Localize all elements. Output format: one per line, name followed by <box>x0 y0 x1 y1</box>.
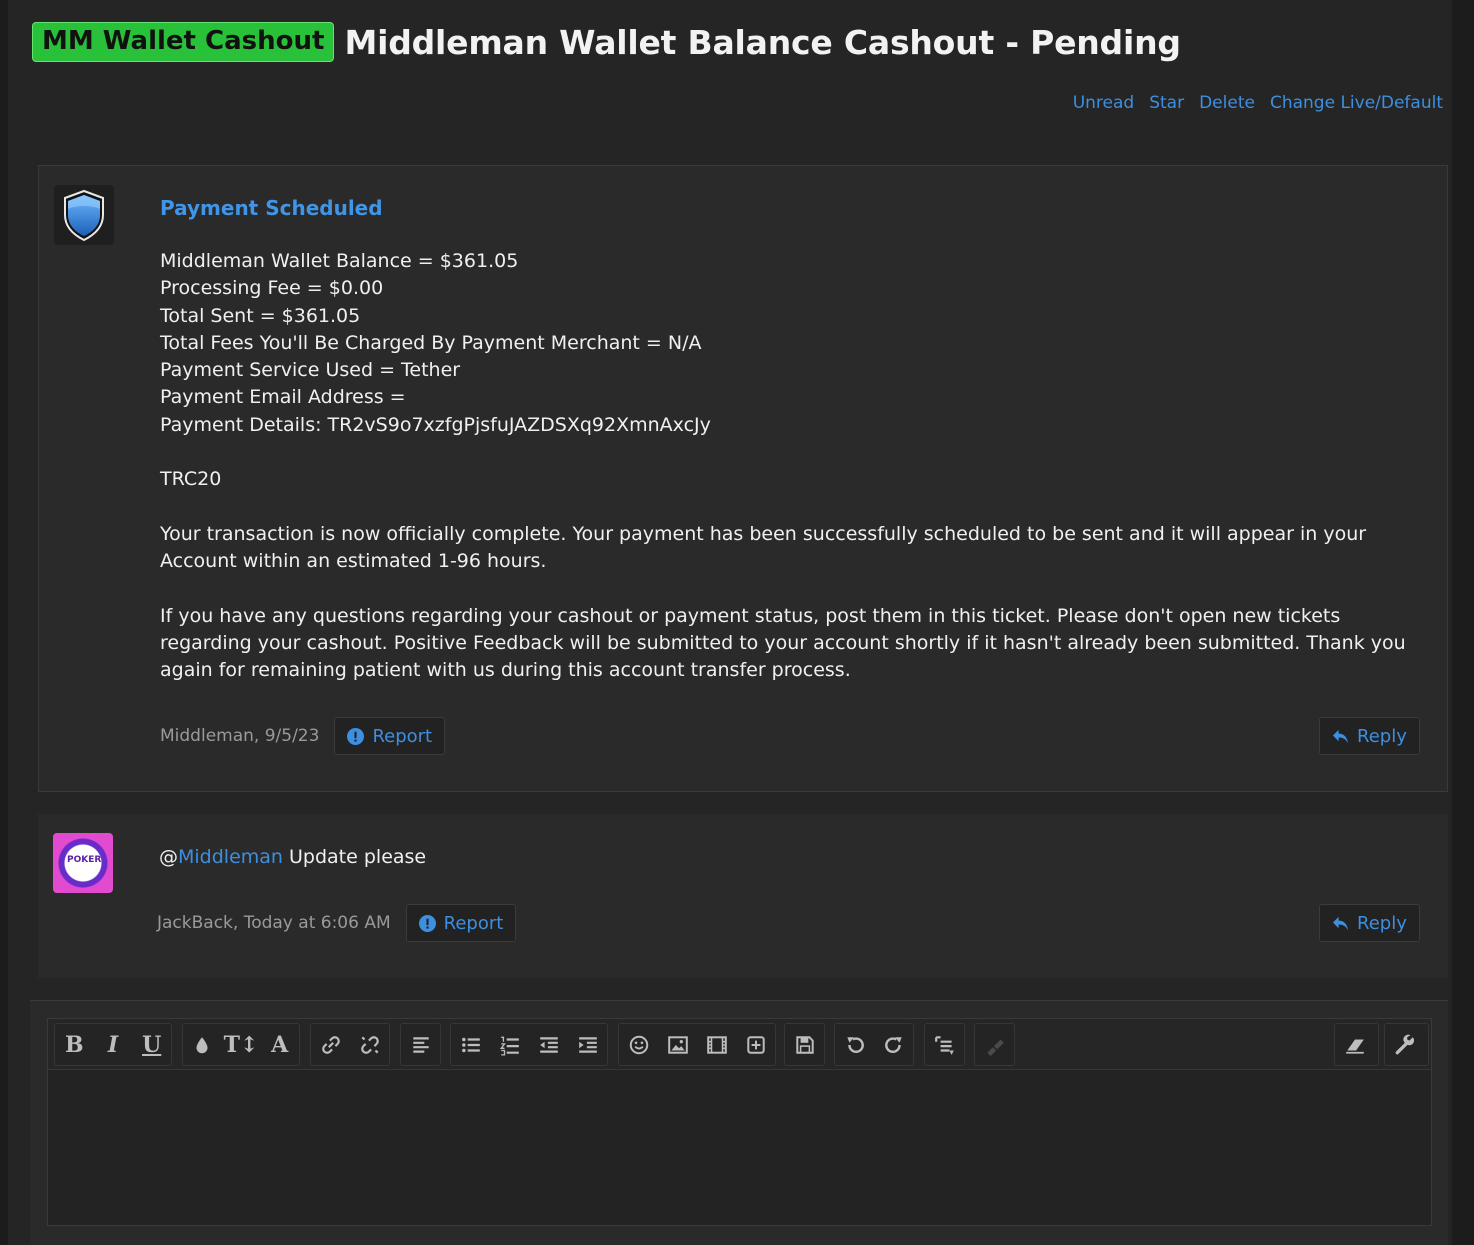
redo-icon[interactable] <box>874 1024 913 1065</box>
message-heading: Payment Scheduled <box>160 196 383 220</box>
payment-details-line: Payment Details: TR2vS9o7xzfgPjsfuJAZDSX… <box>160 413 711 436</box>
undo-icon[interactable] <box>835 1024 874 1065</box>
reply-label: Reply <box>1357 912 1407 934</box>
unread-link[interactable]: Unread <box>1073 93 1135 113</box>
font-size-icon[interactable]: T↕ <box>222 1024 261 1065</box>
editor-textarea[interactable] <box>48 1070 1431 1225</box>
outdent-icon[interactable] <box>529 1024 568 1065</box>
bbcode-toggle-icon[interactable] <box>925 1024 964 1065</box>
thread-actions: Unread Star Delete Change Live/Default <box>1073 93 1443 113</box>
merchant-fees-line: Total Fees You'll Be Charged By Payment … <box>160 331 702 354</box>
unlink-icon[interactable] <box>350 1024 389 1065</box>
report-label: Report <box>443 912 504 934</box>
message-body: @Middleman Update please <box>159 844 1416 871</box>
report-label: Report <box>372 725 433 747</box>
message-body: Payment Scheduled Middleman Wallet Balan… <box>160 196 1415 685</box>
insert-group <box>618 1023 776 1066</box>
settings-icon[interactable] <box>1385 1024 1424 1065</box>
questions-paragraph: If you have any questions regarding your… <box>160 604 1406 682</box>
disabled-group <box>974 1023 1015 1066</box>
poker-logo: POKER <box>67 855 102 865</box>
align-icon[interactable] <box>401 1024 440 1065</box>
message-meta: JackBack, Today at 6:06 AM Report <box>157 904 517 942</box>
reply-arrow-icon <box>1332 729 1349 743</box>
report-button[interactable]: Report <box>405 904 517 942</box>
insert-icon[interactable] <box>736 1024 775 1065</box>
text-style-group: B I U <box>54 1023 172 1066</box>
processing-fee-line: Processing Fee = $0.00 <box>160 277 384 300</box>
network-line: TRC20 <box>160 468 222 491</box>
shield-icon <box>64 189 104 242</box>
total-sent-line: Total Sent = $361.05 <box>160 304 361 327</box>
image-icon[interactable] <box>658 1024 697 1065</box>
message-payment-scheduled: Payment Scheduled Middleman Wallet Balan… <box>38 165 1448 792</box>
bullet-list-icon[interactable] <box>451 1024 490 1065</box>
reply-arrow-icon <box>1332 916 1349 930</box>
reply-button[interactable]: Reply <box>1319 904 1420 942</box>
message-author-date[interactable]: JackBack, Today at 6:06 AM <box>157 913 391 933</box>
list-group <box>450 1023 608 1066</box>
rich-text-editor: B I U T↕ A <box>47 1018 1432 1226</box>
indent-icon[interactable] <box>568 1024 607 1065</box>
thread-title: Middleman Wallet Balance Cashout - Pendi… <box>344 22 1181 62</box>
editor-toolbar: B I U T↕ A <box>48 1019 1431 1070</box>
thread-title-row: MM Wallet Cashout Middleman Wallet Balan… <box>32 22 1181 62</box>
save-draft-icon[interactable] <box>785 1024 824 1065</box>
reply-label: Reply <box>1357 725 1407 747</box>
bold-icon[interactable]: B <box>55 1024 94 1065</box>
quick-reply: B I U T↕ A <box>30 1000 1448 1245</box>
payment-service-line: Payment Service Used = Tether <box>160 359 461 382</box>
align-group <box>400 1023 441 1066</box>
avatar[interactable]: POKER <box>53 833 113 893</box>
message-update-request: POKER @Middleman Update please JackBack,… <box>38 814 1448 978</box>
message-author-date[interactable]: Middleman, 9/5/23 <box>160 726 319 746</box>
avatar[interactable] <box>54 185 114 245</box>
draft-group <box>784 1023 825 1066</box>
underline-icon[interactable]: U <box>132 1024 171 1065</box>
message-text: @Middleman Update please <box>159 844 1416 871</box>
history-group <box>834 1023 914 1066</box>
change-live-default-link[interactable]: Change Live/Default <box>1270 93 1443 113</box>
alert-circle-icon <box>347 727 365 745</box>
italic-icon[interactable]: I <box>94 1024 133 1065</box>
thread-prefix-badge[interactable]: MM Wallet Cashout <box>32 22 335 62</box>
media-icon[interactable] <box>697 1024 736 1065</box>
disabled-icon <box>975 1024 1014 1065</box>
link-group <box>310 1023 390 1066</box>
numbered-list-icon[interactable] <box>490 1024 529 1065</box>
remove-format-icon[interactable] <box>1335 1024 1374 1065</box>
bbcode-group <box>924 1023 965 1066</box>
message-meta: Middleman, 9/5/23 Report <box>160 717 446 755</box>
smilie-icon[interactable] <box>619 1024 658 1065</box>
star-link[interactable]: Star <box>1149 93 1184 113</box>
font-group: T↕ A <box>182 1023 300 1066</box>
transaction-complete-paragraph: Your transaction is now officially compl… <box>160 522 1367 573</box>
alert-circle-icon <box>418 914 436 932</box>
mention-link[interactable]: Middleman <box>178 846 283 868</box>
report-button[interactable]: Report <box>334 717 446 755</box>
payment-email-line: Payment Email Address = <box>160 386 406 409</box>
font-family-icon[interactable]: A <box>260 1024 299 1065</box>
wallet-balance-line: Middleman Wallet Balance = $361.05 <box>160 250 519 272</box>
format-group <box>1334 1023 1379 1066</box>
reply-button[interactable]: Reply <box>1319 717 1420 755</box>
settings-group <box>1384 1023 1429 1066</box>
link-icon[interactable] <box>311 1024 350 1065</box>
color-icon[interactable] <box>183 1024 222 1065</box>
delete-link[interactable]: Delete <box>1199 93 1255 113</box>
mention-at: @ <box>159 846 178 868</box>
message-content: Update please <box>282 846 427 868</box>
